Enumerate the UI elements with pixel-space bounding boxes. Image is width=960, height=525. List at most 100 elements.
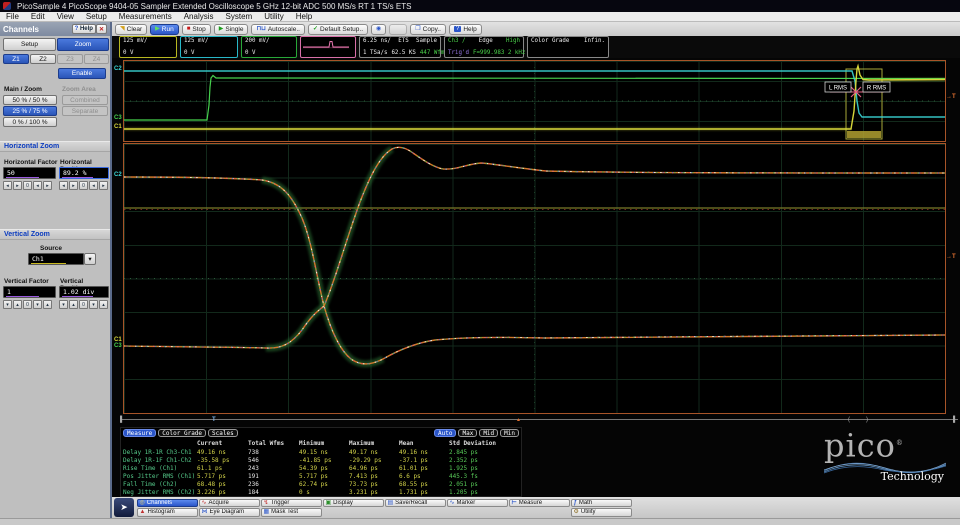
marker-icon: ∿ [449, 499, 455, 506]
vpos-field[interactable]: 1.02 div [59, 286, 109, 298]
autoscale-button[interactable]: ⊓⊔ Autoscale.. [251, 23, 305, 35]
source-dropdown-arrow[interactable]: ▾ [84, 253, 96, 265]
hfactor-label: Horizontal Factor [4, 159, 58, 166]
clear-button[interactable]: ◥ Clear [115, 23, 148, 35]
menu-view[interactable]: View [51, 12, 80, 21]
ch3-info-box[interactable]: 200 mV/ 0 V [241, 36, 297, 58]
panel-grab-handle[interactable]: ➤ [114, 498, 134, 517]
tab-z1[interactable]: Z1 [3, 54, 29, 64]
tab-setup[interactable]: Setup [3, 38, 56, 51]
menu-utility[interactable]: Utility [258, 12, 290, 21]
mainzoom-0-100[interactable]: 0 % / 100 % [3, 117, 57, 127]
zoom-window-close[interactable]: ) [866, 415, 868, 425]
mask-test-icon: ▦ [263, 509, 270, 516]
menu-bar: File Edit View Setup Measurements Analys… [0, 12, 960, 22]
timebase-scrollbar[interactable]: ▌ T ▲ ( ) ▌ [120, 415, 958, 425]
panel-title: Channels [3, 24, 40, 34]
snapshot-button[interactable]: ◉ [371, 23, 387, 35]
trigger-position-marker[interactable]: T [212, 415, 216, 425]
ch1-info-box[interactable]: 125 mV/ 0 V [119, 36, 177, 58]
stop-button[interactable]: ■ Stop [181, 23, 211, 35]
app-icon [3, 2, 11, 10]
window-title: PicoSample 4 PicoScope 9404-05 Sampler E… [17, 1, 412, 11]
ch3-label-main: C3 [114, 115, 122, 121]
nav-save-recall[interactable]: ▤ Save/Recall [384, 498, 446, 507]
color-grade-box[interactable]: Color Grade Infin. [527, 36, 609, 58]
measure-row: Delay 1R-1R Ch3-Ch1 49.16 ns 738 49.15 ns 49… [123, 449, 478, 456]
panel-help-button[interactable]: ? Help [71, 24, 96, 34]
ch2-label-zoom: C2 [114, 172, 122, 178]
bottom-toolbar: ➤ ◎ Channels ∿ Acquire ↯ Trigger ▣ Display ▤… [112, 497, 960, 518]
copy-icon: ❐ [415, 26, 421, 32]
main-zoom-label: Main / Zoom [4, 86, 42, 93]
top-toolbar: ◥ Clear ▶ Run ■ Stop ▶ Single ⊓⊔ Autoscale.. … [112, 22, 960, 36]
utility-icon: ⚙ [573, 509, 579, 516]
channels-panel: Channels ? Help ✕ Setup Zoom Z1 Z2 Z3 Z4… [0, 22, 112, 518]
enable-button[interactable]: Enable [58, 68, 106, 79]
menu-setup[interactable]: Setup [80, 12, 113, 21]
tab-z3: Z3 [57, 54, 83, 64]
tab-zoom[interactable]: Zoom [57, 38, 109, 51]
menu-system[interactable]: System [220, 12, 259, 21]
stat-mid[interactable]: Mid [479, 429, 499, 437]
clear-icon: ◥ [120, 26, 125, 32]
menu-measurements[interactable]: Measurements [113, 12, 178, 21]
nav-math[interactable]: ƒ Math [570, 498, 632, 507]
hfactor-field[interactable]: 50 [3, 167, 56, 179]
tab-measure[interactable]: Measure [123, 429, 157, 437]
hfactor-spinner[interactable]: ◂ ▸ 0 ◂ ▸ [3, 181, 52, 190]
scrollbar-track[interactable] [120, 419, 958, 420]
hpos-field[interactable]: 89.2 % [59, 167, 109, 179]
channels-panel-header: Channels ? Help ✕ [0, 22, 110, 36]
default-setup-button[interactable]: ✓ Default Setup.. [307, 23, 369, 35]
vfactor-spinner[interactable]: ▾ ▴ 0 ▾ ▴ [3, 300, 52, 309]
nav-measure[interactable]: ⊢ Measure [508, 498, 570, 507]
nav-marker[interactable]: ∿ Marker [446, 498, 508, 507]
nav-trigger[interactable]: ↯ Trigger [260, 498, 322, 507]
measure-row: Fall Time (Ch2) 68.48 ps 236 62.74 ps 73.73 … [123, 481, 478, 488]
tab-z4: Z4 [84, 54, 109, 64]
menu-help[interactable]: Help [290, 12, 318, 21]
single-button[interactable]: ▶ Single [213, 23, 249, 35]
source-select[interactable]: Ch1 [28, 253, 84, 265]
mainzoom-25-75[interactable]: 25 % / 75 % [3, 106, 57, 116]
tab-color-grade[interactable]: Color Grade [158, 429, 207, 437]
trigger-box[interactable]: Ch3 /Edge High Trig'd F=999.983 2 kHz [444, 36, 525, 58]
vfactor-field[interactable]: 1 [3, 286, 56, 298]
timebase-box[interactable]: 6.25 ns/ETS Sample 1 TSa/s 62.5 KS 447 Wfm [359, 36, 444, 58]
menu-edit[interactable]: Edit [25, 12, 51, 21]
nav-display[interactable]: ▣ Display [322, 498, 384, 507]
vertical-zoom-header: Vertical Zoom [0, 229, 110, 240]
nav-histogram[interactable]: ▲ Histogram [136, 508, 198, 517]
panel-close-button[interactable]: ✕ [95, 24, 107, 34]
stat-max[interactable]: Max [458, 429, 478, 437]
copy-button[interactable]: ❐ Copy.. [410, 23, 446, 35]
stat-min[interactable]: Min [500, 429, 519, 437]
title-bar: PicoSample 4 PicoScope 9404-05 Sampler E… [0, 0, 960, 12]
menu-analysis[interactable]: Analysis [178, 12, 220, 21]
nav-mask-test[interactable]: ▦ Mask Test [260, 508, 322, 517]
nav-eye-diagram[interactable]: ⋈ Eye Diagram [198, 508, 260, 517]
menu-file[interactable]: File [0, 12, 25, 21]
math-icon: ƒ [573, 499, 577, 506]
main-plot[interactable]: L RMS R RMS [123, 60, 946, 142]
help-button[interactable]: ? Help [448, 23, 482, 35]
nav-utility[interactable]: ⚙ Utility [570, 508, 632, 517]
nav-channels[interactable]: ◎ Channels [136, 498, 198, 507]
zoom-window-open[interactable]: ( [848, 415, 850, 425]
l-rms-label: L RMS [829, 86, 847, 92]
hpos-spinner[interactable]: ◂ ▸ 0 ◂ ▸ [59, 181, 108, 190]
tab-scales[interactable]: Scales [208, 429, 238, 437]
tab-z2[interactable]: Z2 [30, 54, 56, 64]
ch4-mini-waveform [303, 41, 349, 49]
stat-auto[interactable]: Auto [434, 429, 457, 437]
r-rms-label: R RMS [867, 86, 886, 92]
vpos-spinner[interactable]: ▾ ▴ 0 ▾ ▴ [59, 300, 108, 309]
mainzoom-50-50[interactable]: 50 % / 50 % [3, 95, 57, 105]
save-icon: ▤ [387, 499, 394, 506]
zoom-plot[interactable] [123, 143, 946, 414]
ch4-preview-box[interactable] [300, 36, 356, 58]
nav-acquire[interactable]: ∿ Acquire [198, 498, 260, 507]
run-button[interactable]: ▶ Run [150, 23, 179, 35]
ch2-info-box[interactable]: 125 mV/ 0 V [180, 36, 238, 58]
